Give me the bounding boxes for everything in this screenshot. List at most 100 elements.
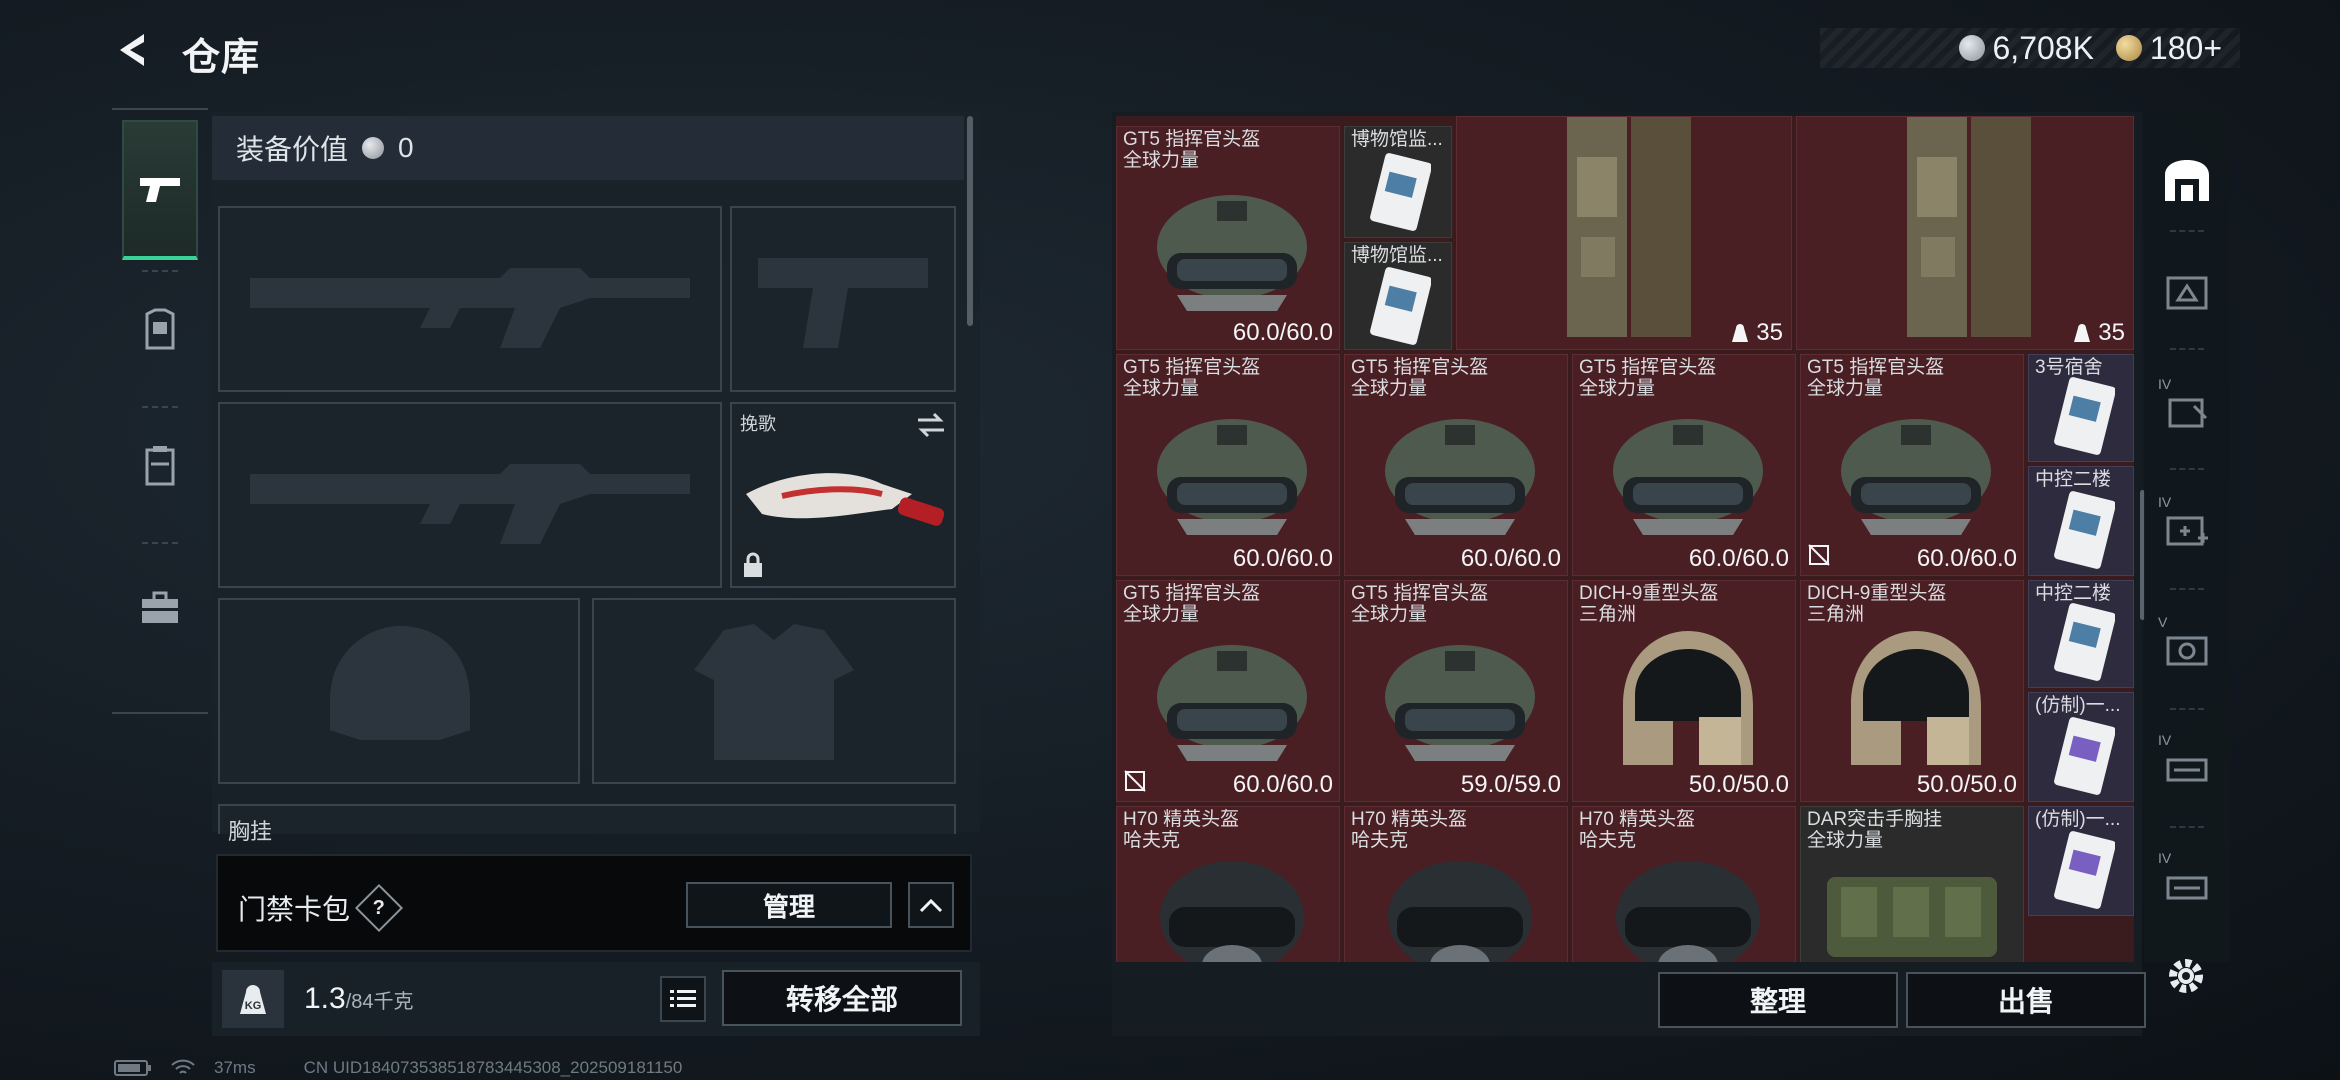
settings-gear-icon[interactable] xyxy=(2160,950,2212,1002)
melee-slot[interactable]: 挽歌 xyxy=(730,402,956,588)
sort-button[interactable]: 整理 xyxy=(1658,972,1898,1028)
card-pack-label: 门禁卡包 xyxy=(238,894,351,925)
transfer-all-button[interactable]: 转移全部 xyxy=(722,970,962,1026)
storage-item[interactable]: (仿制)一... xyxy=(2028,692,2134,802)
storage-item[interactable]: 博物馆监... xyxy=(1344,242,1452,350)
chest-rig-icon xyxy=(1827,877,1997,957)
status-bar: 37ms CN UID18407353851878344530​8_202509… xyxy=(114,1058,682,1078)
access-card-icon xyxy=(1370,153,1431,231)
gold-currency[interactable]: 180+ xyxy=(2115,30,2222,67)
silver-amount: 6,708K xyxy=(1992,29,2094,66)
storage-page-5[interactable]: V xyxy=(2152,608,2222,688)
uid-text: CN UID18407353851878344530​8_20250918115… xyxy=(303,1058,683,1077)
primary-weapon-slot[interactable] xyxy=(218,206,722,392)
silver-currency[interactable]: 6,708K xyxy=(1958,29,2094,67)
pistol-silhouette-icon xyxy=(758,258,928,348)
tab-vest[interactable] xyxy=(122,416,198,516)
chest-rig-label: 胸挂 xyxy=(228,819,273,844)
battery-icon xyxy=(114,1060,151,1076)
knife-icon xyxy=(746,473,945,526)
access-card-icon xyxy=(2054,831,2115,909)
access-card-icon xyxy=(2054,377,2115,455)
no-insure-icon xyxy=(1808,544,1830,566)
equipment-value-header: 装备价值 0 xyxy=(212,116,964,180)
storage-item[interactable]: GT5 指挥官头盔 全球力量 60.0/60.0 xyxy=(1572,354,1796,576)
storage-item[interactable]: GT5 指挥官头盔 全球力量 60.0/60.0 xyxy=(1116,126,1340,350)
storage-item[interactable]: DAR突击手胸挂 全球力量 xyxy=(1800,806,2024,962)
vest-icon xyxy=(145,446,175,486)
storage-item[interactable]: 35 xyxy=(1456,116,1792,350)
expand-button[interactable] xyxy=(908,882,954,928)
storage-item[interactable]: GT5 指挥官头盔 全球力量 60.0/60.0 xyxy=(1116,354,1340,576)
tab-weapons[interactable] xyxy=(122,120,198,260)
storage-item[interactable]: H70 精英头盔 哈夫克 xyxy=(1344,806,1568,962)
weight-readout: 1.3/84千克 xyxy=(304,982,414,1016)
storage-item[interactable]: GT5 指挥官头盔 全球力量 59.0/59.0 xyxy=(1344,580,1568,802)
tab-case[interactable] xyxy=(122,558,198,658)
ping-value: 37ms xyxy=(214,1058,256,1077)
svg-text:KG: KG xyxy=(245,1000,262,1012)
pistol-slot[interactable] xyxy=(730,206,956,392)
warehouse-icon xyxy=(2165,160,2209,201)
silver-coin-icon xyxy=(1958,35,1985,61)
storage-item[interactable]: 中控二楼 xyxy=(2028,466,2134,576)
equipment-scrollbar[interactable] xyxy=(967,116,973,326)
secondary-weapon-slot[interactable] xyxy=(218,402,722,588)
currency-bar: 6,708K 180+ xyxy=(1820,28,2240,68)
storage-item[interactable]: (仿制)一... xyxy=(2028,806,2134,916)
equipment-tab-column xyxy=(112,108,208,714)
storage-page-3[interactable]: IV xyxy=(2152,370,2222,450)
lock-icon xyxy=(744,552,762,577)
back-button[interactable] xyxy=(110,26,158,74)
access-card-icon xyxy=(1370,267,1431,345)
storage-item[interactable]: H70 精英头盔 哈夫克 xyxy=(1572,806,1796,962)
helmet-slot[interactable] xyxy=(218,598,580,784)
list-icon xyxy=(670,990,696,1007)
storage-item[interactable]: 中控二楼 xyxy=(2028,580,2134,688)
silver-coin-icon xyxy=(362,137,385,159)
heavy-helmet-icon xyxy=(1851,631,1981,765)
chest-rig-section: 胸挂 xyxy=(218,804,956,844)
storage-item[interactable]: 3号宿舍 xyxy=(2028,354,2134,462)
ammo-case-icon xyxy=(2166,636,2208,666)
rifle-silhouette-icon xyxy=(250,464,690,544)
weapon-case-icon xyxy=(2166,876,2208,900)
backpack-icon xyxy=(1567,117,1691,337)
storage-item[interactable]: GT5 指挥官头盔 全球力量 60.0/60.0 xyxy=(1116,580,1340,802)
storage-page-7[interactable]: IV xyxy=(2152,844,2222,924)
storage-page-main[interactable] xyxy=(2152,140,2222,220)
storage-item[interactable]: 博物馆监... xyxy=(1344,126,1452,238)
rifle-silhouette-icon xyxy=(250,268,690,348)
elite-helmet-icon xyxy=(1160,861,1304,962)
wifi-icon xyxy=(171,1059,195,1074)
equipment-value: 0 xyxy=(398,132,414,163)
swap-icon[interactable] xyxy=(916,412,946,438)
equipment-panel: 装备价值 0 挽歌 胸挂 xyxy=(212,112,980,844)
storage-page-4[interactable]: IV xyxy=(2152,488,2222,568)
storage-page-2[interactable] xyxy=(2152,252,2222,332)
sell-button[interactable]: 出售 xyxy=(1906,972,2146,1028)
list-view-button[interactable] xyxy=(660,976,706,1022)
storage-pages-column: IV IV V IV IV xyxy=(2144,112,2230,962)
access-card-pack: 门禁卡包 ? 管理 xyxy=(216,854,972,952)
storage-item[interactable]: 35 xyxy=(1796,116,2134,350)
storage-page-6[interactable]: IV xyxy=(2152,726,2222,806)
backpack-icon xyxy=(1907,117,2031,337)
storage-item[interactable]: DICH-9重型头盔 三角洲 50.0/50.0 xyxy=(1572,580,1796,802)
manage-button[interactable]: 管理 xyxy=(686,882,892,928)
storage-item[interactable]: H70 精英头盔 哈夫克 xyxy=(1116,806,1340,962)
heavy-helmet-icon xyxy=(1623,631,1753,765)
armor-slot[interactable] xyxy=(592,598,956,784)
access-card-icon xyxy=(2054,491,2115,569)
weapon-case-icon xyxy=(2166,758,2208,782)
weight-small-icon xyxy=(2074,324,2091,342)
tab-armor[interactable] xyxy=(122,280,198,380)
storage-panel: GT5 指挥官头盔 全球力量 60.0/60.0 博物馆监... 博物馆监... xyxy=(1112,112,2142,1036)
storage-item[interactable]: GT5 指挥官头盔 全球力量 60.0/60.0 xyxy=(1800,354,2024,576)
help-icon[interactable]: ? xyxy=(354,883,404,933)
melee-name: 挽歌 xyxy=(740,414,776,434)
storage-item[interactable]: DICH-9重型头盔 三角洲 50.0/50.0 xyxy=(1800,580,2024,802)
no-insure-icon xyxy=(1124,770,1146,792)
storage-item[interactable]: GT5 指挥官头盔 全球力量 60.0/60.0 xyxy=(1344,354,1568,576)
briefcase-icon xyxy=(142,591,178,623)
